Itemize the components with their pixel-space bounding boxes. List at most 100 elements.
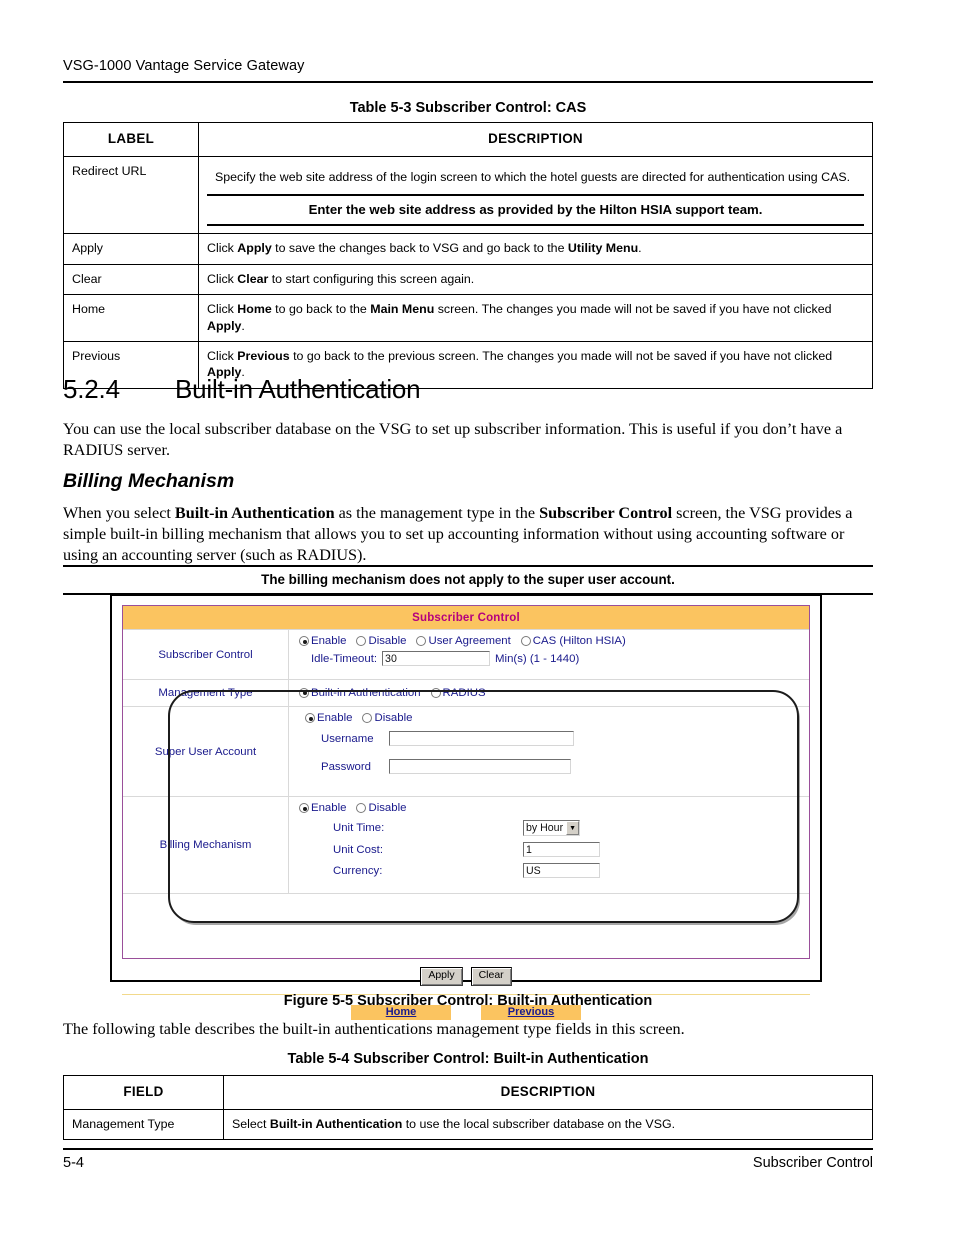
subheading-billing-mechanism: Billing Mechanism bbox=[63, 470, 235, 492]
text-pre: Click bbox=[207, 241, 238, 256]
row-label: Apply bbox=[63, 233, 199, 265]
radio-icon[interactable] bbox=[416, 636, 427, 646]
row-body-super-user-account: Enable Disable Username Password bbox=[289, 707, 809, 796]
radio-option-radius[interactable]: RADIUS bbox=[430, 687, 486, 699]
text-pre: When you select bbox=[63, 504, 175, 522]
column-header-description: DESCRIPTION bbox=[223, 1075, 873, 1110]
radio-icon[interactable] bbox=[299, 687, 309, 698]
row-label-subscriber-control: Subscriber Control bbox=[123, 630, 289, 679]
unit-time-value: by Hour bbox=[526, 822, 564, 834]
idle-timeout-units: Min(s) (1 - 1440) bbox=[495, 652, 580, 665]
radio-icon[interactable] bbox=[299, 636, 309, 646]
text-pre: Click bbox=[207, 302, 238, 317]
text-bold: Main Menu bbox=[370, 302, 435, 317]
table-row: Home Click Home to go back to the Main M… bbox=[63, 294, 873, 342]
radio-option-builtin-authentication[interactable]: Built-in Authentication bbox=[299, 687, 421, 699]
row-description: Click Clear to start configuring this sc… bbox=[198, 263, 873, 296]
row-label: Redirect URL bbox=[63, 155, 199, 235]
text-mid: as the management type in the bbox=[334, 504, 540, 522]
chevron-down-icon[interactable]: ▼ bbox=[566, 821, 580, 835]
currency-label: Currency: bbox=[333, 864, 383, 877]
row-management-type: Management Type Built-in Authentication … bbox=[123, 680, 809, 707]
radio-group-super-user-account: Enable Disable bbox=[299, 712, 803, 724]
radio-icon[interactable] bbox=[362, 713, 373, 723]
table-5-3-caption: Table 5-3 Subscriber Control: CAS bbox=[349, 100, 587, 116]
radio-option-user-agreement[interactable]: User Agreement bbox=[416, 635, 511, 647]
radio-label: Disable bbox=[368, 802, 407, 814]
idle-timeout-label: Idle-Timeout: bbox=[311, 652, 378, 665]
radio-option-enable[interactable]: Enable bbox=[299, 802, 346, 814]
radio-label: Built-in Authentication bbox=[311, 686, 421, 699]
column-header-field: FIELD bbox=[63, 1075, 224, 1110]
radio-icon[interactable] bbox=[356, 636, 367, 646]
subscriber-control-panel: Subscriber Control Subscriber Control En… bbox=[122, 605, 810, 959]
running-head: VSG-1000 Vantage Service Gateway bbox=[63, 58, 305, 74]
text-pre: Click bbox=[207, 348, 238, 363]
radio-option-disable[interactable]: Disable bbox=[356, 635, 406, 647]
table-5-4-caption: Table 5-4 Subscriber Control: Built-in A… bbox=[287, 1051, 649, 1067]
radio-label: Enable bbox=[311, 635, 347, 647]
radio-option-disable[interactable]: Disable bbox=[362, 712, 412, 724]
idle-timeout-input[interactable]: 30 bbox=[382, 651, 491, 666]
action-button-bar: Apply Clear bbox=[122, 959, 810, 995]
radio-icon[interactable] bbox=[305, 713, 315, 723]
header-rule bbox=[63, 81, 873, 83]
table-row: Management Type Select Built-in Authenti… bbox=[63, 1108, 873, 1141]
unit-cost-input[interactable]: 1 bbox=[523, 842, 600, 857]
radio-option-cas[interactable]: CAS (Hilton HSIA) bbox=[520, 635, 626, 647]
row-description: Click Apply to save the changes back to … bbox=[198, 233, 873, 265]
currency-input[interactable]: US bbox=[523, 863, 600, 878]
column-header-description: DESCRIPTION bbox=[198, 122, 873, 157]
apply-button[interactable]: Apply bbox=[420, 967, 463, 986]
page-footer: 5-4 Subscriber Control bbox=[63, 1155, 873, 1171]
radio-icon[interactable] bbox=[356, 803, 367, 813]
row-subscriber-control: Subscriber Control Enable Disable User A… bbox=[123, 630, 809, 680]
table-row: Redirect URL Specify the web site addres… bbox=[63, 155, 873, 235]
password-label: Password bbox=[321, 760, 372, 773]
section-intro-paragraph: You can use the local subscriber databas… bbox=[63, 420, 843, 460]
text-post: screen. The changes you made will not be… bbox=[434, 302, 832, 317]
radio-label: Enable bbox=[311, 802, 347, 814]
clear-button[interactable]: Clear bbox=[470, 967, 512, 986]
text-bold: Apply bbox=[207, 318, 242, 333]
text-pre: Select bbox=[232, 1116, 270, 1131]
field-row-username: Username bbox=[299, 731, 803, 746]
radio-label: CAS (Hilton HSIA) bbox=[532, 635, 626, 647]
text-pre: Click bbox=[207, 271, 238, 286]
table-header-row: FIELD DESCRIPTION bbox=[63, 1075, 873, 1110]
footer-chapter: Subscriber Control bbox=[752, 1155, 873, 1171]
unit-time-label: Unit Time: bbox=[333, 822, 385, 834]
row-super-user-account: Super User Account Enable Disable Userna… bbox=[123, 707, 809, 797]
radio-icon[interactable] bbox=[430, 687, 441, 698]
text-tail: . bbox=[241, 318, 245, 333]
text-mid: to save the changes back to VSG and go b… bbox=[271, 241, 568, 256]
table-5-4: FIELD DESCRIPTION Management Type Select… bbox=[63, 1075, 873, 1141]
radio-icon[interactable] bbox=[520, 636, 531, 646]
text-mid: to go back to the bbox=[271, 302, 371, 317]
text-bold: Apply bbox=[237, 241, 272, 256]
row-description: Select Built-in Authentication to use th… bbox=[223, 1108, 873, 1141]
footer-page-number: 5-4 bbox=[63, 1155, 84, 1171]
text-mid: to go back to the previous screen. The c… bbox=[289, 348, 833, 363]
text-bold: Built-in Authentication bbox=[269, 1116, 403, 1131]
password-input[interactable] bbox=[389, 759, 571, 774]
radio-group-subscriber-control: Enable Disable User Agreement CAS (Hilto… bbox=[299, 635, 803, 647]
text-bold: Subscriber Control bbox=[539, 504, 673, 522]
radio-option-enable[interactable]: Enable bbox=[299, 635, 346, 647]
document-page: VSG-1000 Vantage Service Gateway Table 5… bbox=[0, 0, 954, 1235]
radio-option-enable[interactable]: Enable bbox=[305, 712, 352, 724]
row-label-super-user-account: Super User Account bbox=[123, 707, 289, 796]
row-label-management-type: Management Type bbox=[123, 680, 289, 706]
field-row-unit-time: Unit Time: by Hour ▼ bbox=[299, 820, 803, 836]
radio-option-disable[interactable]: Disable bbox=[356, 802, 406, 814]
row-description-text: Specify the web site address of the logi… bbox=[215, 169, 851, 184]
radio-label: Enable bbox=[317, 712, 353, 724]
radio-icon[interactable] bbox=[299, 803, 309, 813]
text-bold: Previous bbox=[237, 348, 290, 363]
text-bold: Utility Menu bbox=[567, 241, 639, 256]
username-input[interactable] bbox=[389, 731, 574, 746]
unit-cost-label: Unit Cost: bbox=[333, 843, 384, 856]
table-5-3: LABEL DESCRIPTION Redirect URL Specify t… bbox=[63, 122, 873, 389]
unit-time-select[interactable]: by Hour ▼ bbox=[523, 820, 581, 836]
after-figure-paragraph: The following table describes the built-… bbox=[63, 1020, 685, 1038]
